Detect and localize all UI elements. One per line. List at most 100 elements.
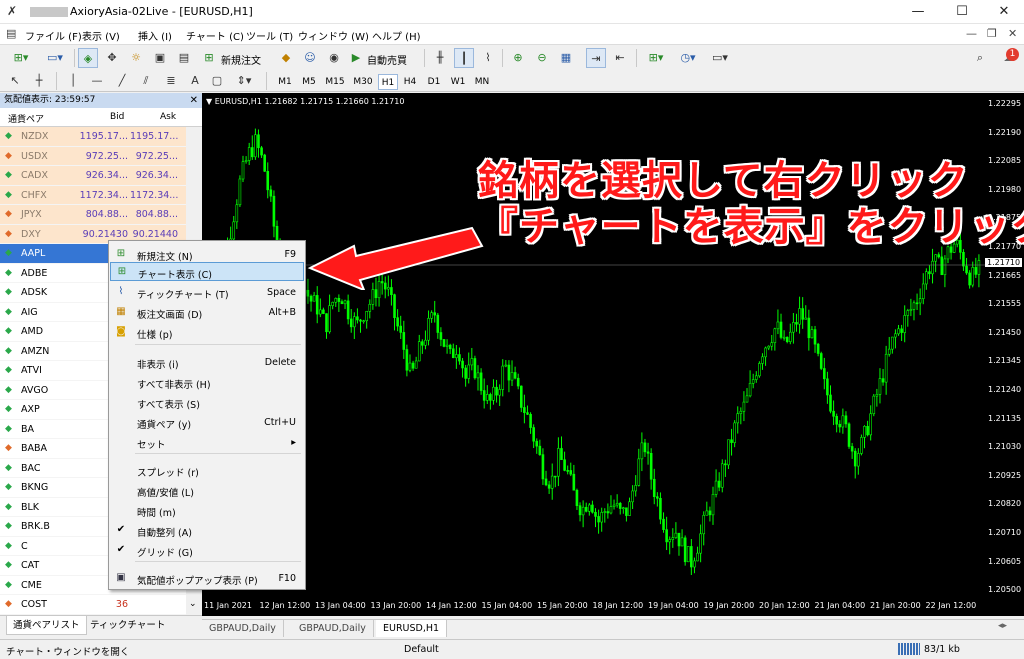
tf-m1[interactable]: M1 xyxy=(274,74,296,90)
strategy-tester-icon[interactable]: ▤ xyxy=(174,48,194,68)
context-menu-item[interactable]: 時間 (m) xyxy=(110,501,304,520)
candle-body xyxy=(489,394,492,401)
market-watch-row[interactable]: ◆ CHFX 1172.34... 1172.34... xyxy=(0,185,202,205)
column-symbol[interactable]: 通貨ペア xyxy=(8,112,44,125)
context-menu-item[interactable]: ⊞ チャート表示 (C) xyxy=(110,262,304,281)
minimize-button[interactable]: — xyxy=(898,0,938,24)
market-watch-row[interactable]: ◆ COST 36 xyxy=(0,595,202,615)
crosshair-icon[interactable]: ┼ xyxy=(28,71,50,91)
chart-tab-gbpaud-2[interactable]: GBPAUD,Daily xyxy=(292,620,374,637)
menu-file[interactable]: ファイル (F) xyxy=(25,28,82,43)
menu-window[interactable]: ウィンドウ (W) xyxy=(298,28,369,43)
context-menu-item[interactable]: すべて非表示 (H) xyxy=(110,373,304,392)
horizontal-line-icon[interactable]: — xyxy=(86,71,108,91)
annotation-line2: 『チャートを表示』をクリック xyxy=(478,204,1024,250)
zoom-out-icon[interactable]: ⊖ xyxy=(532,48,552,68)
chart-shift-icon[interactable]: ⇤ xyxy=(610,48,630,68)
auto-trading-button[interactable]: 自動売買 xyxy=(367,52,407,67)
context-menu-item[interactable]: セット ▸ xyxy=(110,433,304,452)
tf-m5[interactable]: M5 xyxy=(298,74,320,90)
zoom-in-icon[interactable]: ⊕ xyxy=(508,48,528,68)
tf-d1[interactable]: D1 xyxy=(424,74,444,90)
tf-h4[interactable]: H4 xyxy=(400,74,420,90)
profiles-icon[interactable]: ▭▾ xyxy=(40,48,70,68)
text-label-icon[interactable]: ▢ xyxy=(208,71,226,91)
experts-icon[interactable]: ☺ xyxy=(300,48,320,68)
new-order-button[interactable]: 新規注文 xyxy=(221,52,261,67)
bar-chart-icon[interactable]: ╫ xyxy=(430,48,450,68)
close-icon[interactable]: ✕ xyxy=(190,93,198,108)
tab-tick-chart[interactable]: ティックチャート xyxy=(84,616,171,635)
indicators-icon[interactable]: ⊞▾ xyxy=(642,48,670,68)
data-window-icon[interactable]: ✥ xyxy=(102,48,122,68)
price-tick-label: 1.21665 xyxy=(988,270,1022,280)
chart-tab-gbpaud-1[interactable]: GBPAUD,Daily xyxy=(202,620,284,637)
fibonacci-icon[interactable]: ≣ xyxy=(160,71,182,91)
document-icon[interactable]: ▤ xyxy=(6,27,16,40)
tab-symbols[interactable]: 通貨ペアリスト xyxy=(6,616,87,635)
maximize-button[interactable]: ☐ xyxy=(942,0,982,24)
terminal-icon[interactable]: ▣ xyxy=(150,48,170,68)
context-menu-item[interactable]: 通貨ペア (y) Ctrl+U xyxy=(110,413,304,432)
menu-view[interactable]: 表示 (V) xyxy=(82,28,120,43)
tile-windows-icon[interactable]: ▦ xyxy=(556,48,576,68)
tf-w1[interactable]: W1 xyxy=(448,74,468,90)
candle-body xyxy=(727,439,730,466)
market-watch-row[interactable]: ◆ USDX 972.25... 972.25... xyxy=(0,146,202,166)
context-menu-item[interactable]: ◙ 仕様 (p) xyxy=(110,323,304,342)
menu-chart[interactable]: チャート (C) xyxy=(186,28,244,43)
column-bid[interactable]: Bid xyxy=(110,112,124,122)
context-menu-item[interactable]: 高値/安値 (L) xyxy=(110,481,304,500)
menu-help[interactable]: ヘルプ (H) xyxy=(372,28,421,43)
new-chart-icon[interactable]: ⊞▾ xyxy=(6,48,36,68)
tf-mn[interactable]: MN xyxy=(472,74,492,90)
market-watch-row[interactable]: ◆ JPYX 804.88... 804.88... xyxy=(0,205,202,225)
candle-body xyxy=(485,394,489,401)
close-button[interactable]: ✕ xyxy=(984,0,1024,24)
new-order-icon[interactable]: ⊞ xyxy=(198,48,220,68)
trendline-icon[interactable]: ╱ xyxy=(112,71,132,91)
market-watch-icon[interactable]: ◈ xyxy=(78,48,98,68)
metaeditor-icon[interactable]: ◆ xyxy=(276,48,296,68)
vertical-line-icon[interactable]: │ xyxy=(64,71,82,91)
candle-body xyxy=(315,295,319,315)
mdi-close-button[interactable]: ✕ xyxy=(1008,27,1017,40)
tf-m30[interactable]: M30 xyxy=(350,74,376,90)
context-menu-item[interactable]: 非表示 (i) Delete xyxy=(110,353,304,372)
column-ask[interactable]: Ask xyxy=(160,112,176,122)
line-chart-icon[interactable]: ⌇ xyxy=(478,48,498,68)
candle-body xyxy=(554,475,557,478)
equidistant-channel-icon[interactable]: ⫽ xyxy=(136,71,156,91)
periods-icon[interactable]: ◷▾ xyxy=(674,48,702,68)
cursor-icon[interactable]: ↖ xyxy=(6,71,24,91)
arrows-icon[interactable]: ⇕▾ xyxy=(230,71,258,91)
context-menu-item[interactable]: ▦ 板注文画面 (D) Alt+B xyxy=(110,303,304,322)
candle-body xyxy=(829,394,832,412)
market-watch-row[interactable]: ◆ CADX 926.34... 926.34... xyxy=(0,166,202,186)
scroll-down-icon[interactable]: ⌄ xyxy=(189,599,197,609)
tab-scroll-icon[interactable]: ◂▸ xyxy=(998,621,1007,631)
autoscroll-icon[interactable]: ⇥ xyxy=(586,48,606,68)
navigator-icon[interactable]: ☼ xyxy=(126,48,146,68)
menu-tools[interactable]: ツール (T) xyxy=(246,28,293,43)
market-watch-row[interactable]: ◆ NZDX 1195.17... 1195.17... xyxy=(0,127,202,147)
mdi-restore-button[interactable]: ❐ xyxy=(987,27,997,40)
context-menu-item[interactable]: ▣ 気配値ポップアップ表示 (P) F10 xyxy=(110,569,304,588)
search-icon[interactable]: ⌕ xyxy=(970,48,990,68)
tf-m15[interactable]: M15 xyxy=(322,74,348,90)
candlestick-icon[interactable]: ┃ xyxy=(454,48,474,68)
mdi-minimize-button[interactable]: — xyxy=(966,27,977,40)
chart-tab-eurusd[interactable]: EURUSD,H1 xyxy=(376,620,448,637)
text-tool-icon[interactable]: A xyxy=(186,71,204,91)
templates-icon[interactable]: ▭▾ xyxy=(706,48,734,68)
auto-trading-icon[interactable]: ▶ xyxy=(346,48,366,68)
tf-h1[interactable]: H1 xyxy=(378,74,398,90)
context-menu-item[interactable]: ⌇ ティックチャート (T) Space xyxy=(110,283,304,302)
menu-insert[interactable]: 挿入 (I) xyxy=(138,28,172,43)
context-menu-item[interactable]: スプレッド (r) xyxy=(110,461,304,480)
context-menu-item[interactable]: ✔ 自動整列 (A) xyxy=(110,521,304,540)
candle-body xyxy=(442,339,446,347)
context-menu-item[interactable]: ✔ グリッド (G) xyxy=(110,541,304,560)
context-menu-item[interactable]: すべて表示 (S) xyxy=(110,393,304,412)
signals-icon[interactable]: ◉ xyxy=(324,48,344,68)
